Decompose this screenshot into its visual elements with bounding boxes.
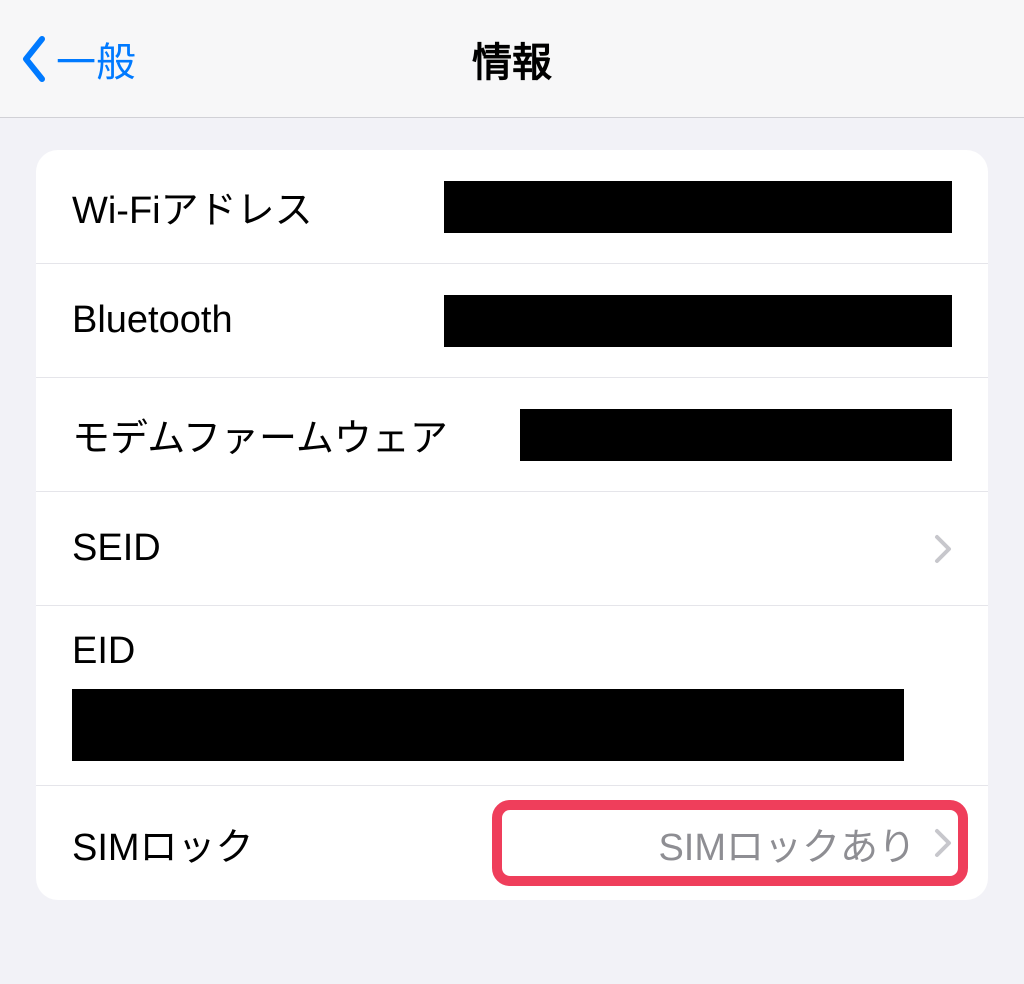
row-value: SIMロックあり	[658, 816, 916, 871]
content: Wi-Fiアドレス Bluetooth モデムファームウェア SEID EID …	[0, 118, 1024, 932]
settings-group: Wi-Fiアドレス Bluetooth モデムファームウェア SEID EID …	[36, 150, 988, 900]
row-wifi-address[interactable]: Wi-Fiアドレス	[36, 150, 988, 264]
redacted-value	[444, 295, 952, 347]
page-title: 情報	[472, 30, 552, 88]
chevron-back-icon	[20, 35, 48, 83]
navbar: 一般 情報	[0, 0, 1024, 118]
row-label: モデムファームウェア	[72, 407, 448, 462]
row-seid[interactable]: SEID	[36, 492, 988, 606]
chevron-right-icon	[934, 828, 952, 858]
row-label: Bluetooth	[72, 299, 233, 342]
redacted-value	[72, 689, 904, 761]
row-modem-firmware[interactable]: モデムファームウェア	[36, 378, 988, 492]
row-eid[interactable]: EID	[36, 606, 988, 786]
row-label: SEID	[72, 527, 161, 570]
back-label: 一般	[56, 30, 136, 88]
redacted-value	[520, 409, 952, 461]
chevron-right-icon	[934, 534, 952, 564]
row-label: EID	[72, 630, 135, 673]
row-label: Wi-Fiアドレス	[72, 179, 313, 234]
row-sim-lock[interactable]: SIMロック SIMロックあり	[36, 786, 988, 900]
redacted-value	[444, 181, 952, 233]
row-label: SIMロック	[72, 816, 254, 871]
row-bluetooth[interactable]: Bluetooth	[36, 264, 988, 378]
sim-value-wrap: SIMロックあり	[658, 816, 952, 871]
back-button[interactable]: 一般	[20, 30, 136, 88]
